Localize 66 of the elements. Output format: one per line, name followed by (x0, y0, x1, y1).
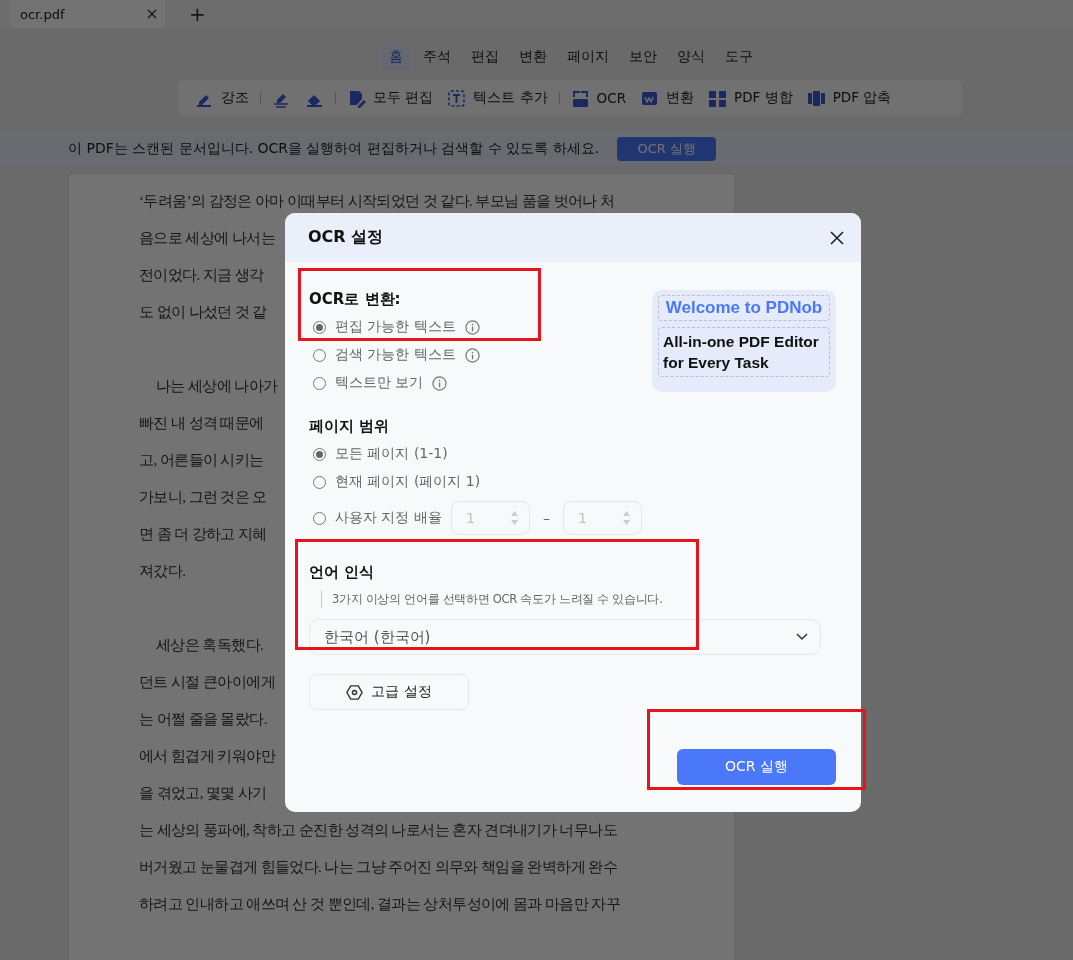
document-text-line: 고, 어른들이 시키는 (139, 451, 264, 470)
ocr-icon (570, 88, 590, 108)
menu-tab[interactable]: 편집 (463, 44, 506, 70)
menu-tab[interactable]: 보안 (621, 44, 664, 70)
menu-tab[interactable]: 변환 (511, 44, 554, 70)
option-label: 편집 가능한 텍스트 (335, 318, 456, 336)
toolbar-button[interactable]: 강조 (192, 88, 252, 108)
run-ocr-button[interactable]: OCR 실행 (617, 136, 717, 161)
text-icon (447, 88, 467, 108)
info-icon[interactable] (432, 375, 448, 391)
menu-tab[interactable]: 도구 (717, 44, 760, 70)
document-text-line: 져갔다. (139, 562, 186, 581)
document-text-line: 가보니, 그런 것은 오 (139, 488, 267, 507)
new-tab-button[interactable]: + (185, 2, 210, 26)
document-text-line: 세상은 혹독했다. (155, 636, 264, 655)
document-text-line: 빠진 내 성격 때문에 (139, 414, 264, 433)
menu-tab[interactable]: 홈 (381, 44, 410, 70)
menu-tab[interactable]: 주석 (415, 44, 458, 70)
document-text-line: 는 어쩔 줄을 몰랐다. (139, 710, 267, 729)
option-label: 현재 페이지 (페이지 1) (335, 473, 481, 491)
section-heading: 언어 인식 (309, 562, 376, 582)
toolbar-button[interactable]: OCR (567, 88, 630, 108)
range-dash: – (542, 510, 550, 526)
promo-title: Welcome to PDNob (658, 295, 830, 321)
chevron-down-icon (796, 633, 808, 641)
menu-tab[interactable]: 양식 (669, 44, 712, 70)
notice-text: 이 PDF는 스캔된 문서입니다. OCR을 실행하여 편집하거나 검색할 수 있도록 하세요. (68, 139, 600, 158)
document-text-line: 나는 세상에 나아가 (155, 377, 278, 396)
option-label: 검색 가능한 텍스트 (335, 346, 456, 364)
language-dropdown[interactable]: 한국어 (한국어) (309, 619, 821, 655)
close-icon[interactable] (830, 230, 844, 245)
document-text-line: ‘두려움’의 감정은 아마 이때부터 시작되었던 것 같다. 부모님 품을 벗어나 처 (139, 192, 615, 211)
advanced-settings-button[interactable]: 고급 설정 (309, 674, 469, 710)
document-text-line: 을 겪었고, 몇몇 사기 (139, 784, 267, 803)
section-heading: 페이지 범위 (309, 416, 391, 436)
tab-label: ocr.pdf (20, 6, 65, 22)
document-text-line: 음으로 세상에 나서는 (139, 229, 275, 248)
promo-tagline: All-in-one PDF Editor for Every Task (658, 327, 830, 377)
compress-icon (806, 88, 826, 108)
info-icon[interactable] (464, 347, 480, 363)
toolbar-button[interactable]: 변환 (637, 88, 698, 108)
toolbar-button[interactable]: 모두 편집 (344, 88, 437, 108)
document-text-line: 하려고 인내하고 애쓰며 산 것 뿐인데, 결과는 상처투성이에 몸과 마음만 자꾸 (139, 895, 621, 914)
option-label: 모든 페이지 (1-1) (335, 445, 448, 463)
hint-text: 3가지 이상의 언어를 선택하면 OCR 속도가 느려질 수 있습니다. (321, 590, 663, 608)
document-text-line: 던트 시절 큰아이에게 (139, 673, 275, 692)
document-text-line: 도 없이 나섰던 것 같 (139, 303, 267, 322)
settings-icon (346, 683, 364, 701)
document-text-line: 면 좀 더 강하고 지혜 (139, 525, 267, 544)
document-text-line: 는 세상의 풍파에, 착하고 순진한 성격의 나로서는 혼자 견뎌내기가 너무나도 (139, 821, 617, 840)
toolbar-button[interactable]: PDF 압축 (803, 88, 895, 108)
document-text-line: 버거웠고 눈물겹게 힘들었다. 나는 그냥 주어진 의무와 책임을 완벽하게 완수 (139, 858, 617, 877)
menu-tab[interactable]: 페이지 (559, 44, 616, 70)
merge-icon (708, 88, 728, 108)
info-icon[interactable] (464, 319, 480, 335)
toolbar-button[interactable]: 텍스트 추가 (444, 88, 551, 108)
option-label: 텍스트만 보기 (335, 374, 424, 392)
run-ocr-button[interactable]: OCR 실행 (677, 749, 836, 785)
dialog-title: OCR 설정 (308, 227, 384, 248)
document-text-line: 에서 힘겹게 키워야만 (139, 747, 275, 766)
section-heading: OCR로 변환: (309, 289, 402, 309)
toolbar-button[interactable]: PDF 병합 (705, 88, 796, 108)
document-text-line: 전이었다. 지금 생각 (139, 266, 264, 285)
file-tab[interactable]: ocr.pdf (10, 0, 165, 28)
option-label: 사용자 지정 배율 (335, 509, 442, 527)
edit-icon (347, 88, 366, 108)
